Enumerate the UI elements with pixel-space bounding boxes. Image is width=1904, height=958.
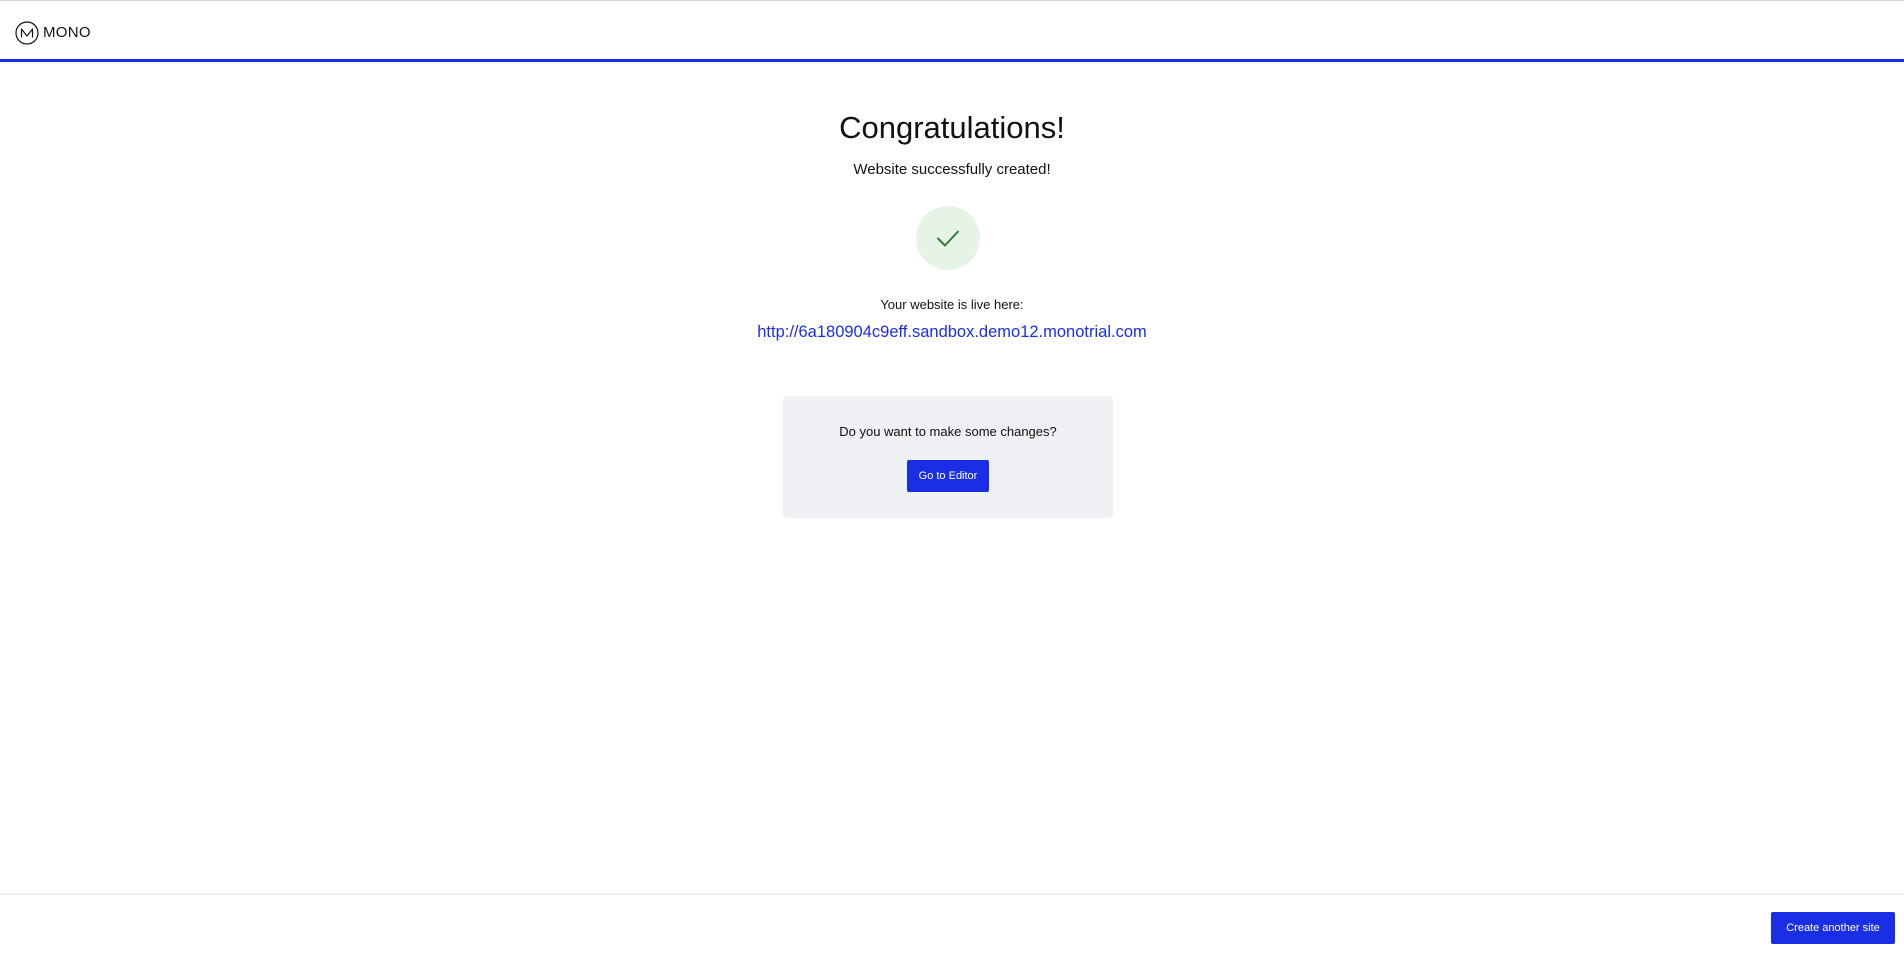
bottom-footer: Create another site	[0, 893, 1904, 958]
live-site-link[interactable]: http://6a180904c9eff.sandbox.demo12.mono…	[757, 323, 1147, 341]
live-label: Your website is live here:	[880, 297, 1024, 312]
page-subtitle: Website successfully created!	[853, 161, 1051, 178]
go-to-editor-button[interactable]: Go to Editor	[907, 460, 989, 492]
create-another-site-button[interactable]: Create another site	[1771, 912, 1895, 944]
mono-logo[interactable]: MONO	[15, 21, 91, 45]
live-link-container: http://6a180904c9eff.sandbox.demo12.mono…	[0, 320, 1904, 344]
mono-logo-icon	[15, 21, 39, 45]
page-title: Congratulations!	[839, 110, 1065, 145]
success-badge	[916, 206, 980, 270]
logo-text: MONO	[43, 24, 91, 41]
page: MONO Congratulations! Website successful…	[0, 0, 1904, 958]
top-header: MONO	[0, 0, 1904, 62]
check-icon	[937, 230, 959, 247]
changes-card: Do you want to make some changes? Go to …	[783, 396, 1113, 518]
changes-question: Do you want to make some changes?	[839, 424, 1057, 439]
